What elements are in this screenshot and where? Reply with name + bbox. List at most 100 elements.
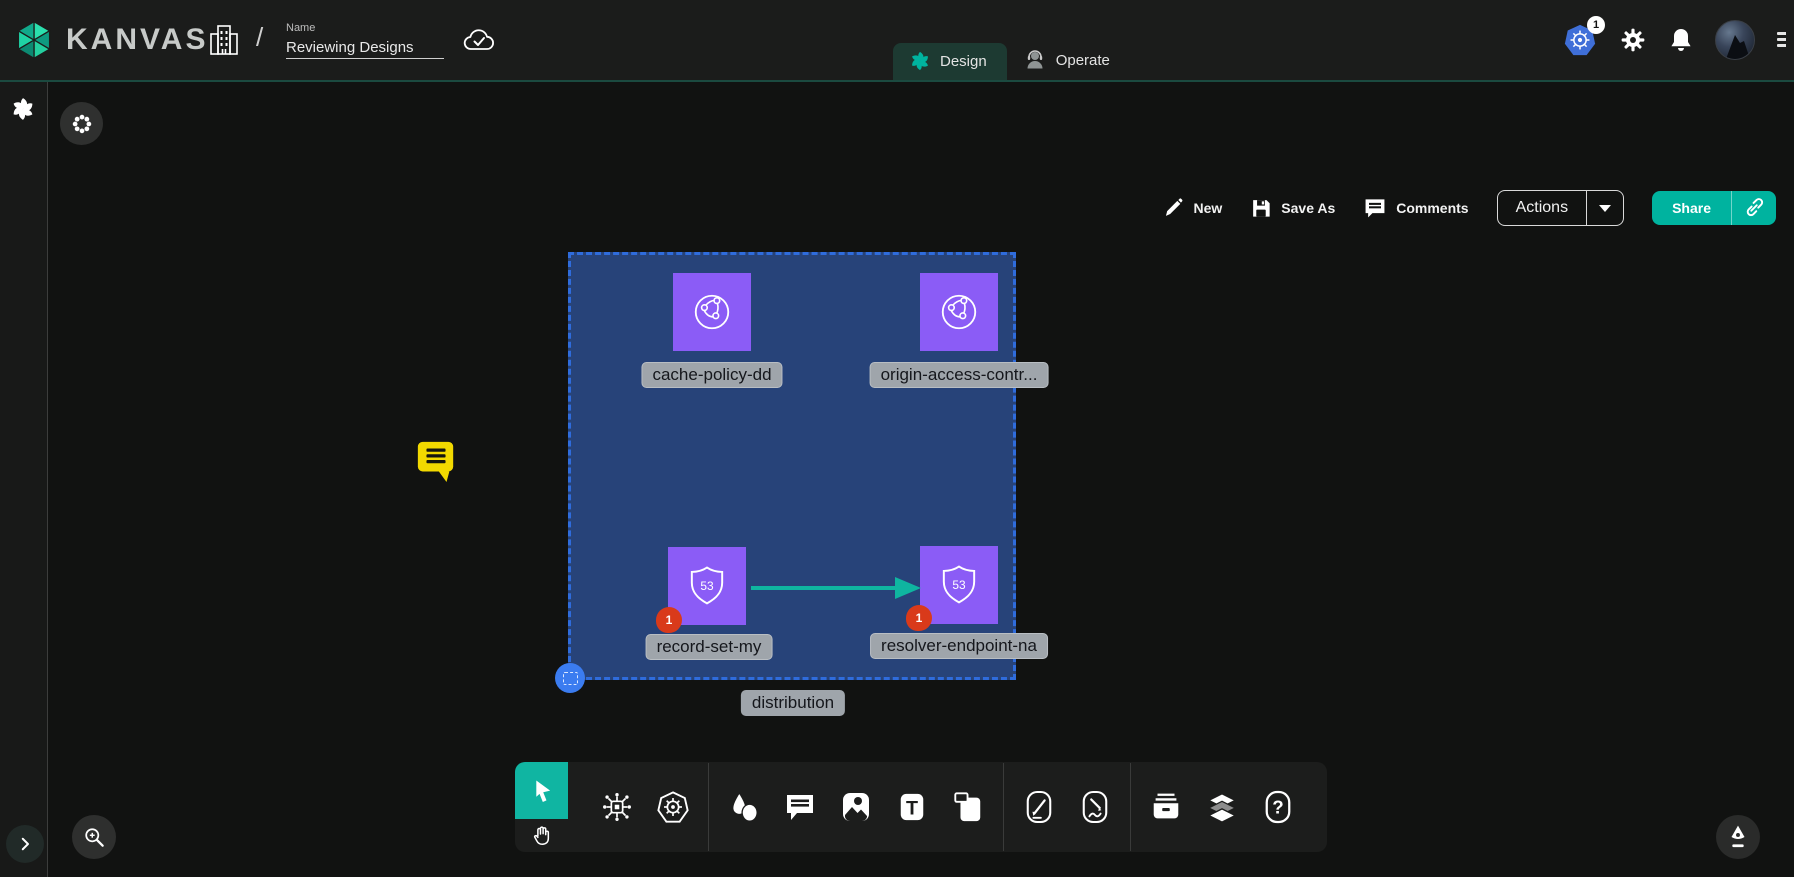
question-mark-icon: ? [1263, 789, 1293, 825]
breadcrumb-separator: / [256, 22, 263, 53]
organization-icon[interactable] [208, 22, 240, 58]
pencil-icon [1162, 197, 1184, 219]
design-canvas[interactable]: New Save As [48, 82, 1794, 877]
share-label[interactable]: Share [1652, 191, 1731, 225]
tab-operate[interactable]: Operate [1007, 41, 1130, 80]
tab-operate-label: Operate [1056, 52, 1110, 69]
route53-number: 53 [700, 579, 714, 593]
route53-shield-icon: 53 [681, 560, 733, 612]
comment-pin[interactable] [415, 437, 457, 483]
edge-record-to-resolver[interactable] [749, 573, 924, 603]
new-label: New [1193, 200, 1222, 216]
group-selection-handle[interactable] [555, 663, 585, 693]
node-label-cache-policy[interactable]: cache-policy-dd [641, 362, 782, 388]
layers-icon [1205, 790, 1239, 824]
node-origin-access-control[interactable] [920, 273, 998, 351]
cloud-saved-icon [462, 28, 496, 54]
comments-button[interactable]: Comments [1363, 196, 1468, 220]
pen-ruler-icon [1024, 789, 1054, 825]
zoom-in-button[interactable] [72, 815, 116, 859]
shapes-tool[interactable] [721, 779, 767, 835]
help-tool[interactable]: ? [1255, 779, 1301, 835]
node-label-origin-access[interactable]: origin-access-contr... [870, 362, 1049, 388]
brand-logo[interactable]: KANVAS [12, 18, 208, 62]
design-name-field: Name [286, 22, 446, 59]
image-icon [840, 790, 872, 824]
image-tool[interactable] [833, 779, 879, 835]
operate-headset-icon [1023, 48, 1047, 72]
app-header: KANVAS / Name [0, 0, 1794, 82]
magnifier-plus-icon [81, 824, 107, 850]
node-badge-record-set[interactable]: 1 [656, 607, 682, 633]
design-pen-tool[interactable] [1016, 779, 1062, 835]
design-swirl-icon [909, 50, 931, 72]
actions-split-button[interactable]: Actions [1497, 190, 1624, 226]
kubernetes-context-button[interactable]: 1 [1563, 23, 1597, 57]
layers-tool[interactable] [1199, 779, 1245, 835]
kubernetes-helm-icon [656, 790, 690, 824]
node-label-record-set[interactable]: record-set-my [646, 634, 773, 660]
note-tool[interactable] [945, 779, 991, 835]
circuit-node-icon [600, 790, 634, 824]
design-name-input[interactable] [286, 37, 444, 59]
pen-mode-button[interactable] [1716, 815, 1760, 859]
node-cache-policy[interactable] [673, 273, 751, 351]
comment-tool[interactable] [777, 779, 823, 835]
bottom-toolbar: T [515, 762, 1327, 852]
cloudfront-globe-icon [686, 286, 738, 338]
node-resolver-endpoint[interactable]: 53 [920, 546, 998, 624]
edge-menu-icon[interactable] [1777, 29, 1786, 51]
drawer-tool[interactable] [1143, 779, 1189, 835]
group-label-distribution[interactable]: distribution [741, 690, 845, 716]
help-glyph: ? [1272, 797, 1283, 818]
comments-label: Comments [1396, 200, 1468, 216]
left-sidebar [0, 82, 48, 877]
comments-bubble-icon [1363, 196, 1387, 220]
text-icon: T [897, 791, 927, 823]
components-node-tool[interactable] [594, 779, 640, 835]
new-button[interactable]: New [1162, 197, 1222, 219]
save-as-label: Save As [1281, 200, 1335, 216]
shapes-icon [728, 790, 760, 824]
notifications-bell-icon[interactable] [1669, 26, 1693, 54]
brand-name: KANVAS [66, 23, 208, 57]
comment-bubble-icon [784, 791, 816, 823]
hand-icon [531, 824, 553, 848]
select-tool-active[interactable] [515, 762, 568, 819]
save-as-button[interactable]: Save As [1250, 197, 1335, 219]
drawer-archive-icon [1149, 790, 1183, 824]
cloudfront-globe-icon [933, 286, 985, 338]
kubernetes-tool[interactable] [650, 779, 696, 835]
kanvas-hexagon-icon [12, 18, 56, 62]
pointer-tool-column [515, 762, 568, 852]
user-avatar[interactable] [1715, 20, 1755, 60]
freehand-draw-tool[interactable] [1072, 779, 1118, 835]
settings-gear-icon[interactable] [1619, 26, 1647, 54]
pan-hand-tool[interactable] [515, 819, 568, 852]
pen-nib-icon [1725, 823, 1751, 851]
cursor-arrow-icon [529, 777, 555, 805]
kubernetes-context-badge: 1 [1587, 16, 1605, 34]
tab-design[interactable]: Design [893, 43, 1007, 80]
actions-dropdown-arrow[interactable] [1586, 191, 1623, 225]
copy-link-button[interactable] [1731, 191, 1776, 225]
text-tool-glyph: T [906, 798, 918, 820]
route53-shield-icon: 53 [933, 559, 985, 611]
caret-down-icon [1599, 205, 1611, 212]
node-badge-resolver-endpoint[interactable]: 1 [906, 605, 932, 631]
floppy-disk-icon [1250, 197, 1272, 219]
selected-group-distribution[interactable]: 53 53 cache-policy-dd origin-access-cont… [568, 252, 1016, 680]
text-tool[interactable]: T [889, 779, 935, 835]
sticky-note-icon [952, 790, 984, 824]
sidebar-expand-button[interactable] [6, 825, 44, 863]
sidebar-spiral-icon[interactable] [10, 96, 36, 122]
share-split-button[interactable]: Share [1652, 191, 1776, 225]
design-name-label: Name [286, 22, 446, 34]
pencil-scribble-icon [1080, 789, 1110, 825]
node-label-resolver-endpoint[interactable]: resolver-endpoint-na [870, 633, 1048, 659]
actions-label[interactable]: Actions [1498, 191, 1586, 225]
lasso-square-icon [563, 672, 578, 685]
canvas-action-bar: New Save As [1162, 190, 1776, 226]
canvas-quick-actions-button[interactable] [60, 102, 103, 145]
route53-number: 53 [952, 578, 966, 592]
